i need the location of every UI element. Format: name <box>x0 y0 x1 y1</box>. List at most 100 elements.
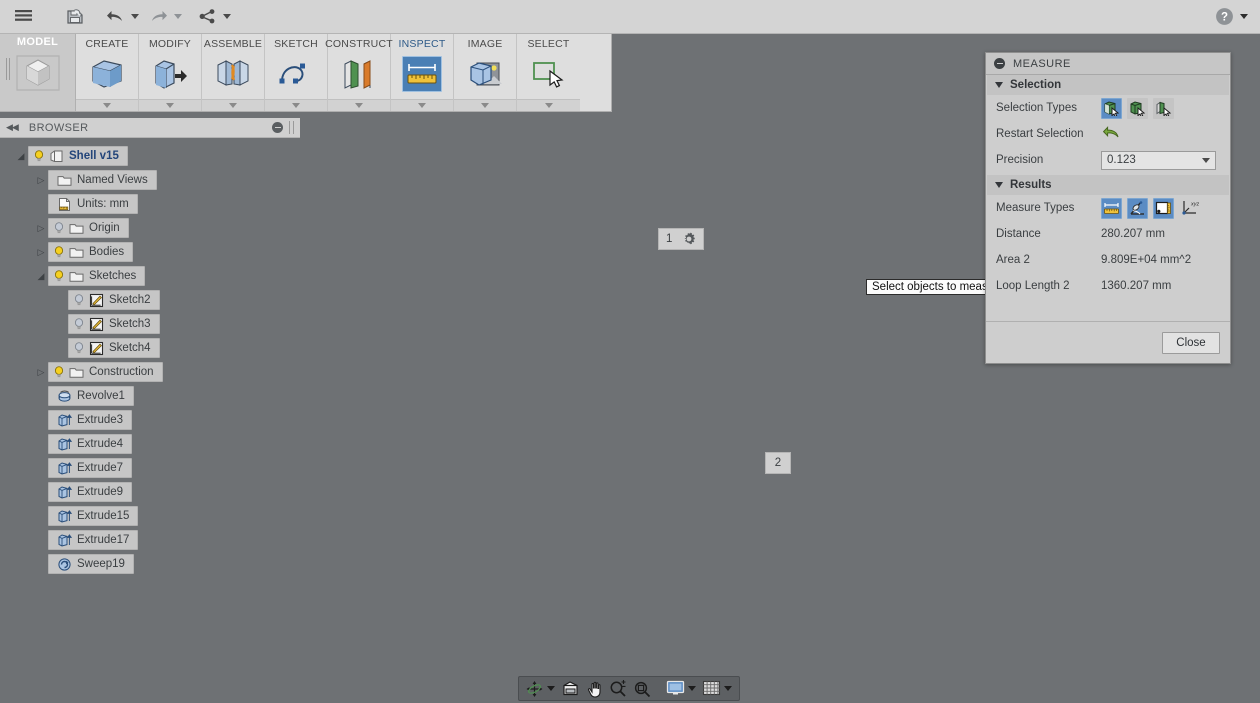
measure-ruler-icon[interactable] <box>402 56 442 92</box>
measure-distance-icon[interactable] <box>1101 197 1122 219</box>
tree-item[interactable]: Sketch4 <box>68 338 160 358</box>
undo-dropdown-caret[interactable] <box>131 14 139 19</box>
minimize-circle-icon[interactable] <box>994 58 1005 69</box>
measure-dialog-header[interactable]: MEASURE <box>986 53 1230 75</box>
measure-marker-1[interactable]: 1 <box>658 228 705 250</box>
ribbon-panel-construct[interactable]: CONSTRUCT <box>325 34 393 111</box>
ribbon-panel-label: IMAGE <box>467 38 503 50</box>
visibility-bulb-icon[interactable] <box>72 293 86 307</box>
visibility-bulb-icon[interactable] <box>52 269 66 283</box>
help-icon[interactable]: ? <box>1209 4 1239 30</box>
ribbon-panel-dropdown[interactable] <box>328 99 390 111</box>
chevron-expanded-icon[interactable]: ◢ <box>34 271 48 282</box>
chevron-collapsed-icon[interactable]: ▷ <box>34 223 48 234</box>
visibility-bulb-icon[interactable] <box>32 149 46 163</box>
measure-area-icon[interactable] <box>1153 197 1174 219</box>
visibility-bulb-icon[interactable] <box>52 245 66 259</box>
measure-marker-2[interactable]: 2 <box>765 452 791 474</box>
orbit-dropdown-caret[interactable] <box>547 686 555 691</box>
collapse-left-icon[interactable]: ◀◀ <box>6 122 19 133</box>
restart-arrow-icon[interactable] <box>1101 124 1122 145</box>
tree-item[interactable]: Units: mm <box>48 194 138 214</box>
precision-dropdown[interactable]: 0.123 <box>1101 150 1216 170</box>
tree-item[interactable]: Sketch3 <box>68 314 160 334</box>
ribbon-panel-create[interactable]: CREATE <box>76 34 139 111</box>
select-body-icon[interactable] <box>1127 97 1148 119</box>
sketch-spline-icon[interactable] <box>276 56 316 92</box>
save-icon[interactable] <box>60 4 90 30</box>
ribbon-panel-inspect[interactable]: INSPECT <box>391 34 454 111</box>
chevron-expanded-icon[interactable]: ◢ <box>14 151 28 162</box>
measure-angle-icon[interactable] <box>1127 197 1148 219</box>
image-canvas-icon[interactable] <box>465 56 505 92</box>
tree-item[interactable]: Extrude9 <box>48 482 133 502</box>
workspace-tab-model[interactable]: MODEL <box>0 34 76 111</box>
zoom-icon[interactable] <box>607 678 630 699</box>
share-dropdown-caret[interactable] <box>223 14 231 19</box>
grid-dropdown-caret[interactable] <box>724 686 732 691</box>
grid-snap-icon[interactable] <box>700 678 723 699</box>
ribbon-panel-assemble[interactable]: ASSEMBLE <box>202 34 265 111</box>
tree-item[interactable]: Sweep19 <box>48 554 134 574</box>
visibility-bulb-icon[interactable] <box>52 365 66 379</box>
hamburger-icon[interactable] <box>8 4 38 30</box>
select-window-icon[interactable] <box>529 56 569 92</box>
tree-item[interactable]: Extrude4 <box>48 434 133 454</box>
visibility-bulb-icon[interactable] <box>72 317 86 331</box>
tree-item[interactable]: Sketches <box>48 266 146 286</box>
chevron-collapsed-icon[interactable]: ▷ <box>34 175 48 186</box>
create-box-icon[interactable] <box>87 56 127 92</box>
chevron-collapsed-icon[interactable]: ▷ <box>34 247 48 258</box>
ribbon-panel-dropdown[interactable] <box>391 99 453 111</box>
construct-plane-icon[interactable] <box>339 56 379 92</box>
undo-icon[interactable] <box>100 4 130 30</box>
redo-icon[interactable] <box>143 4 173 30</box>
ribbon-panel-dropdown[interactable] <box>517 99 580 111</box>
ribbon-panel-dropdown[interactable] <box>202 99 264 111</box>
select-face-icon[interactable] <box>1101 97 1122 119</box>
orbit-icon[interactable] <box>523 678 546 699</box>
tree-item[interactable]: Shell v15 <box>28 146 128 166</box>
visibility-bulb-icon[interactable] <box>52 221 66 235</box>
tree-item[interactable]: Extrude3 <box>48 410 133 430</box>
ribbon-panel-dropdown[interactable] <box>139 99 201 111</box>
ribbon-panel-dropdown[interactable] <box>76 99 138 111</box>
select-vertex-icon[interactable] <box>1153 97 1174 119</box>
section-header-results[interactable]: Results <box>987 175 1229 195</box>
chevron-down-icon <box>995 182 1003 188</box>
assemble-joint-icon[interactable] <box>213 56 253 92</box>
tree-item[interactable]: Extrude7 <box>48 458 133 478</box>
tree-item[interactable]: Bodies <box>48 242 134 262</box>
tree-item[interactable]: Extrude15 <box>48 506 139 526</box>
ribbon-panel-sketch[interactable]: SKETCH <box>265 34 328 111</box>
tree-item[interactable]: Extrude17 <box>48 530 139 550</box>
modify-push-icon[interactable] <box>150 56 190 92</box>
ribbon-panel-image[interactable]: IMAGE <box>454 34 517 111</box>
redo-dropdown-caret[interactable] <box>174 14 182 19</box>
minimize-circle-icon[interactable] <box>272 122 283 133</box>
close-button[interactable]: Close <box>1162 331 1220 354</box>
tree-item[interactable]: Revolve1 <box>48 386 134 406</box>
help-dropdown-caret[interactable] <box>1240 14 1248 19</box>
look-at-icon[interactable] <box>559 678 582 699</box>
tree-item[interactable]: Sketch2 <box>68 290 160 310</box>
tree-item[interactable]: Named Views <box>48 170 157 190</box>
chevron-collapsed-icon[interactable]: ▷ <box>34 367 48 378</box>
gear-icon[interactable] <box>682 232 696 246</box>
tree-item[interactable]: Origin <box>48 218 129 238</box>
display-settings-icon[interactable] <box>664 678 687 699</box>
share-icon[interactable] <box>192 4 222 30</box>
pan-icon[interactable] <box>583 678 606 699</box>
ribbon-panel-modify[interactable]: MODIFY <box>139 34 202 111</box>
section-header-selection[interactable]: Selection <box>987 75 1229 95</box>
ribbon-panel-dropdown[interactable] <box>265 99 327 111</box>
display-dropdown-caret[interactable] <box>688 686 696 691</box>
ribbon-panel-label: INSPECT <box>398 38 446 50</box>
measure-position-icon[interactable]: xyz <box>1179 198 1200 219</box>
browser-resize-grip[interactable] <box>289 121 294 134</box>
visibility-bulb-icon[interactable] <box>72 341 86 355</box>
tree-item[interactable]: Construction <box>48 362 163 382</box>
ribbon-panel-dropdown[interactable] <box>454 99 516 111</box>
ribbon-panel-select[interactable]: SELECT <box>517 34 580 111</box>
fit-icon[interactable] <box>631 678 654 699</box>
